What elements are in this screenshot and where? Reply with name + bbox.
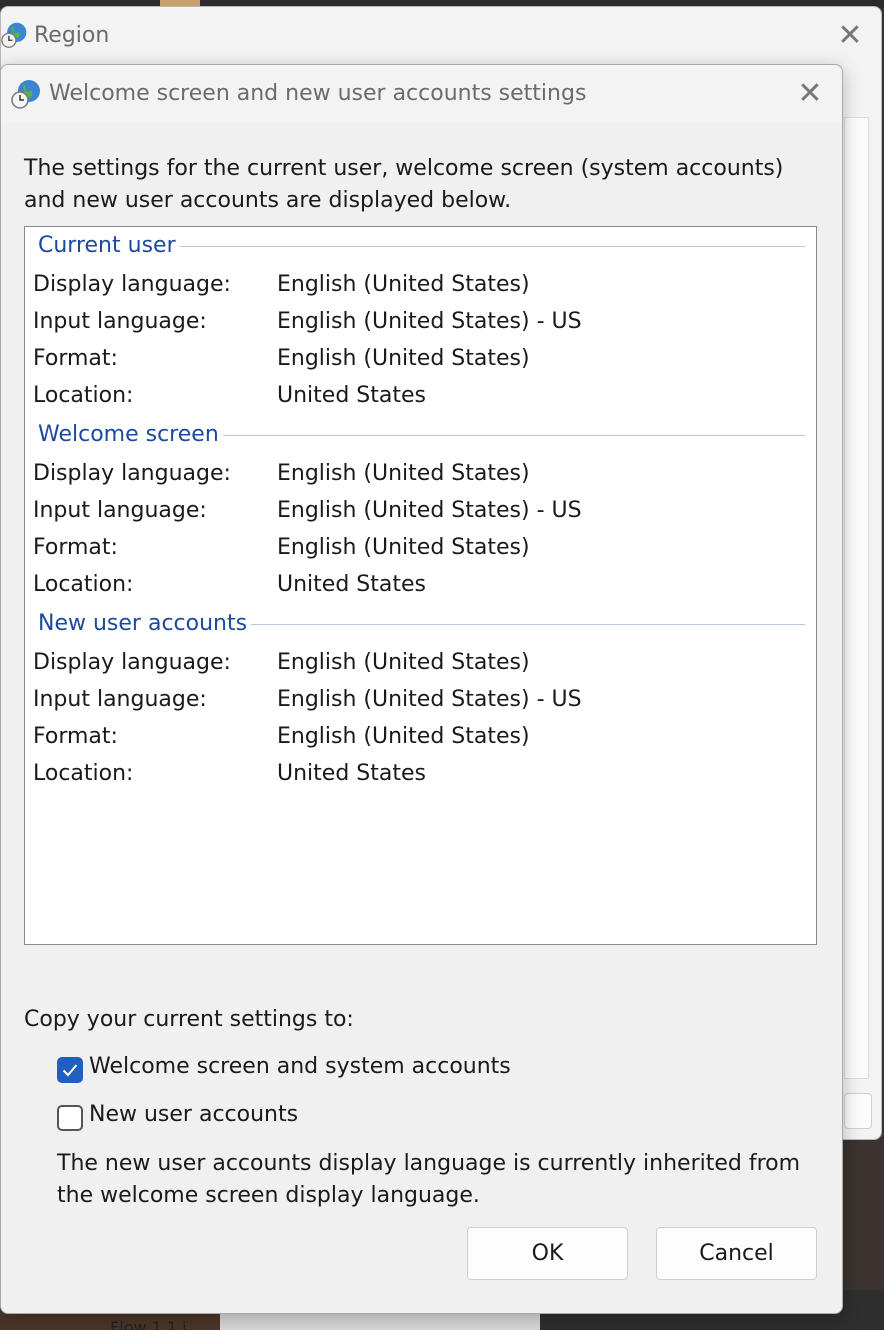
section-header-welcome-screen: Welcome screen — [38, 422, 223, 447]
close-icon[interactable]: ✕ — [787, 77, 833, 111]
row-label: Format: — [33, 724, 118, 749]
row-value: United States — [277, 572, 426, 597]
row-label: Location: — [33, 761, 134, 786]
ok-button[interactable]: OK — [467, 1227, 628, 1280]
welcome-screen-checkbox-label[interactable]: Welcome screen and system accounts — [89, 1054, 511, 1079]
row-label: Display language: — [33, 461, 231, 486]
welcome-screen-checkbox[interactable] — [57, 1057, 83, 1083]
section-divider — [175, 246, 805, 247]
row-label: Location: — [33, 383, 134, 408]
row-label: Input language: — [33, 498, 207, 523]
row-label: Format: — [33, 346, 118, 371]
region-window-title: Region — [34, 23, 110, 48]
row-value: English (United States) - US — [277, 687, 582, 712]
row-value: English (United States) — [277, 535, 530, 560]
intro-text: The settings for the current user, welco… — [24, 156, 784, 213]
row-value: English (United States) - US — [277, 498, 582, 523]
region-titlebar[interactable]: Region ✕ — [1, 7, 881, 65]
new-user-accounts-checkbox-label[interactable]: New user accounts — [89, 1102, 298, 1127]
section-divider — [247, 624, 805, 625]
row-value: United States — [277, 383, 426, 408]
row-value: English (United States) — [277, 461, 530, 486]
section-header-new-user-accounts: New user accounts — [38, 611, 252, 636]
row-value: English (United States) — [277, 650, 530, 675]
row-value: English (United States) — [277, 346, 530, 371]
inheritance-note: The new user accounts display language i… — [57, 1151, 801, 1208]
cancel-button[interactable]: Cancel — [656, 1227, 817, 1280]
background-text: Flow 1.1 i — [110, 1318, 187, 1330]
row-value: English (United States) — [277, 272, 530, 297]
row-label: Format: — [33, 535, 118, 560]
row-value: United States — [277, 761, 426, 786]
region-close-icon[interactable]: ✕ — [827, 19, 873, 53]
new-user-accounts-checkbox[interactable] — [57, 1105, 83, 1131]
settings-list[interactable]: Current user Display language: English (… — [24, 226, 817, 945]
section-divider — [220, 435, 805, 436]
row-value: English (United States) — [277, 724, 530, 749]
copy-settings-label: Copy your current settings to: — [24, 1007, 354, 1032]
row-label: Display language: — [33, 272, 231, 297]
globe-clock-icon — [11, 80, 40, 109]
region-apply-button[interactable] — [844, 1093, 872, 1129]
globe-clock-icon — [1, 22, 27, 48]
section-header-current-user: Current user — [38, 233, 180, 258]
row-value: English (United States) - US — [277, 309, 582, 334]
dialog-title: Welcome screen and new user accounts set… — [49, 81, 587, 106]
welcome-screen-settings-dialog: Welcome screen and new user accounts set… — [0, 64, 843, 1314]
checkmark-icon — [62, 1064, 78, 1077]
row-label: Input language: — [33, 309, 207, 334]
row-label: Display language: — [33, 650, 231, 675]
dialog-titlebar[interactable]: Welcome screen and new user accounts set… — [1, 65, 842, 123]
region-content-panel — [844, 117, 869, 1079]
row-label: Input language: — [33, 687, 207, 712]
row-label: Location: — [33, 572, 134, 597]
